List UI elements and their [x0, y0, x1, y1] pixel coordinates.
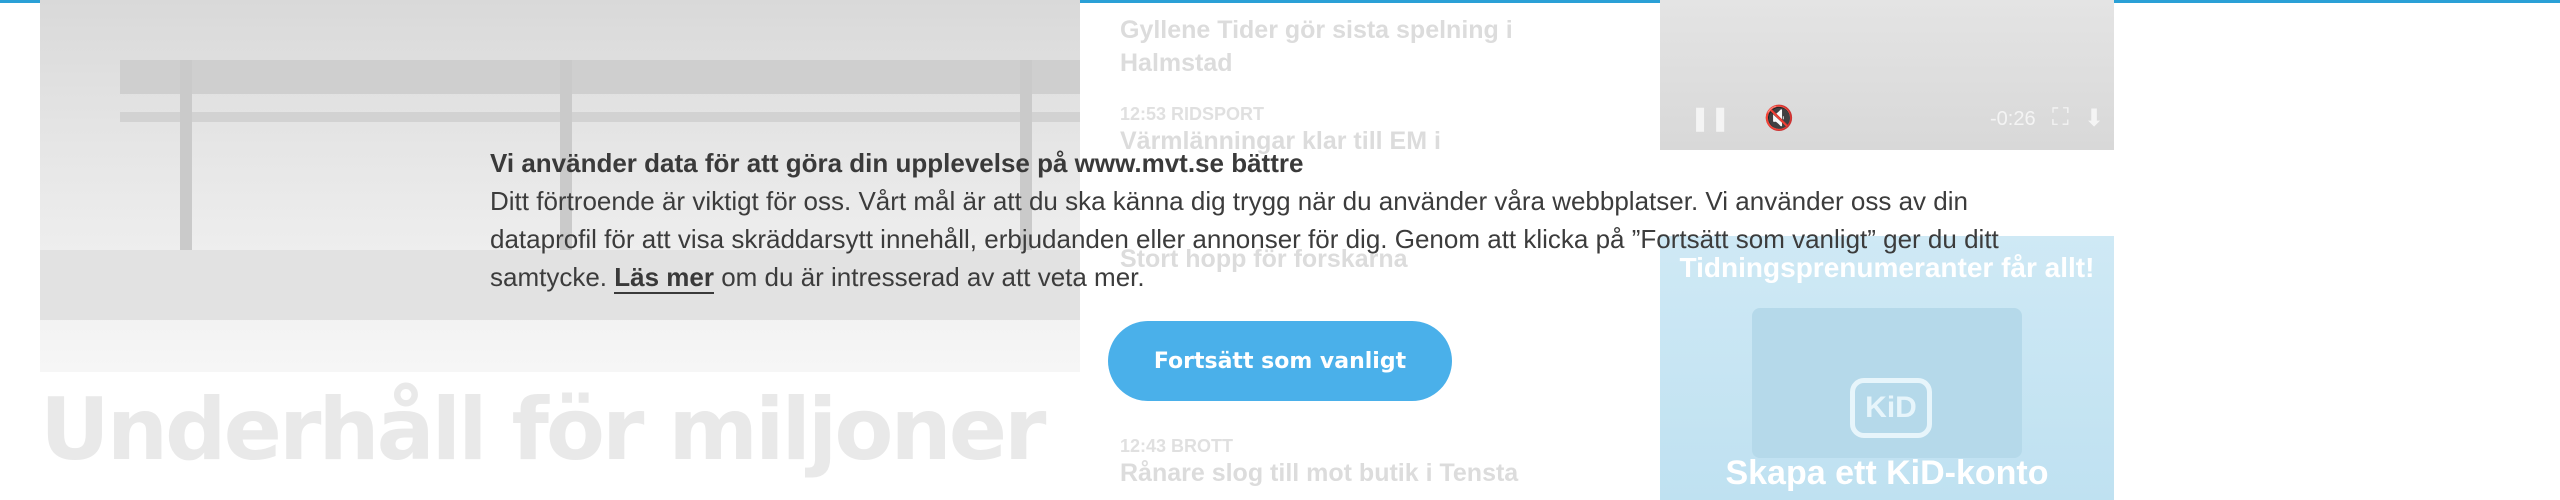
kid-logo: KiD [1850, 378, 1932, 438]
download-icon[interactable]: ⬇ [2084, 104, 2104, 133]
ad-cta: Skapa ett KiD-konto [1725, 454, 2049, 492]
consent-body: Ditt förtroende är viktigt för oss. Vårt… [490, 182, 2050, 296]
continue-button[interactable]: Fortsätt som vanligt [1108, 321, 1452, 401]
consent-dialog: Vi använder data för att göra din upplev… [490, 148, 2050, 296]
fullscreen-icon[interactable]: ⛶ [2052, 104, 2069, 132]
video-time: -0:26 [1990, 108, 2036, 130]
video-player[interactable]: ❚❚ 🔇 -0:26 ⛶ ⬇ [1660, 0, 2114, 150]
news-item[interactable]: Gyllene Tider gör sista spelning i Halms… [1120, 14, 1560, 80]
news-meta: 12:53 RIDSPORT [1120, 104, 1265, 124]
news-title: Rånare slog till mot butik i Tensta [1120, 459, 1519, 487]
pause-icon[interactable]: ❚❚ [1690, 104, 1730, 133]
mute-icon[interactable]: 🔇 [1764, 104, 1794, 133]
hero-headline[interactable]: Underhåll för miljoner [40, 380, 1060, 480]
consent-title: Vi använder data för att göra din upplev… [490, 148, 1304, 178]
news-item[interactable]: 12:43 BROTT Rånare slog till mot butik i… [1120, 436, 1560, 490]
read-more-link[interactable]: Läs mer [614, 262, 714, 294]
news-title: Gyllene Tider gör sista spelning i Halms… [1120, 16, 1513, 77]
news-meta: 12:43 BROTT [1120, 436, 1234, 456]
consent-text-end: om du är intresserad av att veta mer. [713, 262, 1145, 292]
